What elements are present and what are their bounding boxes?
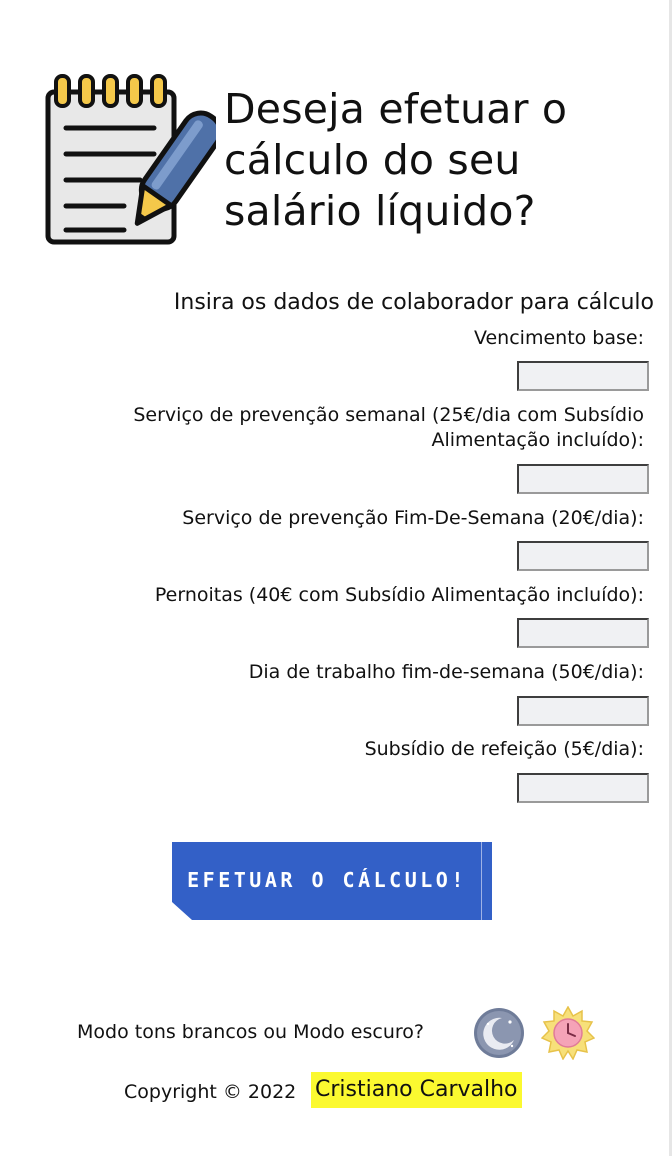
field-label-vencimento-base: Vencimento base: — [473, 327, 644, 349]
field-label-prevencao-fim-de-semana: Serviço de prevenção Fim-De-Semana (20€/… — [182, 507, 644, 529]
subsidio-refeicao-input[interactable] — [517, 773, 649, 803]
prevencao-semanal-input[interactable] — [517, 464, 649, 494]
field-label-subsidio-refeicao: Subsídio de refeição (5€/dia): — [364, 738, 644, 760]
trabalho-fim-de-semana-input[interactable] — [517, 696, 649, 726]
copyright-text: Copyright © 2022 — [124, 1081, 297, 1103]
notepad-pen-icon — [45, 74, 216, 245]
theme-mode-prompt: Modo tons brancos ou Modo escuro? — [77, 1021, 424, 1043]
sun-icon[interactable] — [541, 1006, 595, 1060]
moon-icon[interactable] — [472, 1006, 526, 1060]
prevencao-fim-de-semana-input[interactable] — [517, 541, 649, 571]
calculate-button-label: EFETUAR O CÁLCULO! — [187, 868, 467, 892]
page-title: Deseja efetuar o cálculo do seu salário … — [224, 85, 568, 235]
vencimento-base-input[interactable] — [517, 361, 649, 391]
form-subtitle: Insira os dados de colaborador para cálc… — [173, 290, 654, 315]
pernoitas-input[interactable] — [517, 618, 649, 648]
field-label-pernoitas: Pernoitas (40€ com Subsídio Alimentação … — [154, 584, 644, 606]
calculate-button[interactable]: EFETUAR O CÁLCULO! — [172, 842, 492, 920]
field-label-prevencao-semanal: Serviço de prevenção semanal (25€/dia co… — [133, 404, 644, 451]
author-name: Cristiano Carvalho — [311, 1072, 522, 1108]
field-label-trabalho-fim-de-semana: Dia de trabalho fim-de-semana (50€/dia): — [248, 661, 644, 683]
